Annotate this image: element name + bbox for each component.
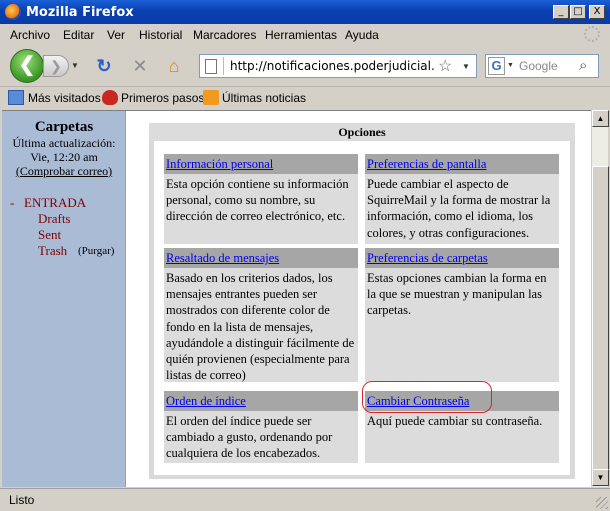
bookmark-star-icon[interactable]: ☆: [438, 56, 452, 76]
last-update-label: Última actualización:: [12, 136, 116, 150]
highlight-annotation: [362, 381, 492, 413]
minimize-button[interactable]: _: [553, 5, 569, 19]
display-prefs-desc: Puede cambiar el aspecto de SquirreMail …: [367, 177, 551, 240]
forward-arrow-icon[interactable]: ❯: [43, 55, 69, 77]
bookmarks-toolbar: Más visitados Primeros pasos Últimas not…: [0, 86, 610, 108]
folder-sent[interactable]: Sent: [38, 227, 61, 243]
folder-prefs-link[interactable]: Preferencias de carpetas: [367, 251, 488, 266]
option-cell-personal-info: Información personal Esta opción contien…: [164, 154, 358, 244]
option-cell-message-highlighting: Resaltado de mensajes Basado en los crit…: [164, 248, 358, 382]
sidebar-title: Carpetas: [34, 119, 94, 135]
status-bar: Listo: [0, 488, 610, 511]
index-order-desc: El orden del índice puede ser cambiado a…: [166, 414, 333, 461]
change-password-desc: Aquí puede cambiar su contraseña.: [367, 414, 543, 428]
search-engine-dropdown-icon[interactable]: ▼: [507, 62, 514, 69]
option-cell-header: Información personal: [164, 154, 358, 174]
maximize-button[interactable]: □: [570, 5, 586, 19]
folder-entrada[interactable]: ENTRADA: [24, 195, 86, 211]
options-header: Opciones: [149, 123, 575, 141]
back-arrow-icon[interactable]: ❮: [10, 49, 44, 83]
navigation-toolbar: ❮ ❯ ▼ ↻ ✕ ⌂ http://notificaciones.poderj…: [0, 45, 610, 85]
content-viewport: Carpetas Última actualización: Vie, 12:2…: [2, 110, 591, 487]
menu-ver[interactable]: Ver: [107, 28, 125, 42]
menu-ayuda[interactable]: Ayuda: [345, 28, 379, 42]
resize-grip-icon[interactable]: [596, 497, 608, 509]
option-cell-header: Orden de índice: [164, 391, 358, 411]
search-bar[interactable]: G ▼ Google ⌕: [485, 54, 599, 78]
title-bar: Mozilla Firefox _ □ X: [0, 0, 610, 24]
option-cell-folder-prefs: Preferencias de carpetas Estas opciones …: [365, 248, 559, 382]
check-mail-link[interactable]: (Comprobar correo): [2, 164, 126, 179]
rss-feed-icon: [203, 90, 219, 105]
personal-info-link[interactable]: Información personal: [166, 157, 273, 172]
last-update-value: Vie, 12:20 am: [30, 150, 98, 164]
url-dropdown-icon[interactable]: ▼: [462, 62, 470, 71]
url-separator: [223, 57, 224, 75]
url-text[interactable]: http://notificaciones.poderjudicial.gub.…: [230, 59, 435, 73]
firefox-bookmark-icon: [102, 90, 118, 105]
menu-historial[interactable]: Historial: [139, 28, 182, 42]
home-icon[interactable]: ⌂: [163, 55, 185, 77]
throbber-icon: [584, 26, 600, 42]
option-cell-header: Preferencias de pantalla: [365, 154, 559, 174]
option-cell-header: Preferencias de carpetas: [365, 248, 559, 268]
history-dropdown-icon[interactable]: ▼: [71, 61, 79, 70]
search-engine-icon[interactable]: G: [488, 57, 505, 75]
menu-editar[interactable]: Editar: [63, 28, 94, 42]
options-grid: Información personal Esta opción contien…: [154, 141, 570, 475]
menu-bar: Archivo Editar Ver Historial Marcadores …: [0, 24, 610, 45]
option-cell-index-order: Orden de índice El orden del índice pued…: [164, 391, 358, 463]
purge-link[interactable]: (Purgar): [78, 245, 114, 257]
scroll-thumb[interactable]: [592, 166, 609, 473]
close-button[interactable]: X: [589, 5, 605, 19]
scroll-up-icon[interactable]: ▲: [592, 110, 609, 127]
option-cell-header: Resaltado de mensajes: [164, 248, 358, 268]
index-order-link[interactable]: Orden de índice: [166, 394, 246, 409]
folders-sidebar: Carpetas Última actualización: Vie, 12:2…: [2, 111, 126, 487]
message-highlighting-desc: Basado en los criterios dados, los mensa…: [166, 271, 355, 383]
menu-archivo[interactable]: Archivo: [10, 28, 50, 42]
menu-herramientas[interactable]: Herramientas: [265, 28, 337, 42]
message-highlighting-link[interactable]: Resaltado de mensajes: [166, 251, 279, 266]
folder-drafts[interactable]: Drafts: [38, 211, 71, 227]
menu-marcadores[interactable]: Marcadores: [193, 28, 256, 42]
search-input[interactable]: Google: [519, 59, 558, 73]
stop-icon[interactable]: ✕: [129, 55, 151, 77]
window-title: Mozilla Firefox: [26, 5, 134, 20]
page-icon: [205, 59, 217, 74]
scroll-down-icon[interactable]: ▼: [592, 469, 609, 486]
url-bar[interactable]: http://notificaciones.poderjudicial.gub.…: [199, 54, 477, 78]
display-prefs-link[interactable]: Preferencias de pantalla: [367, 157, 486, 172]
bookmark-ultimas-noticias[interactable]: Últimas noticias: [222, 91, 306, 105]
bookmark-mas-visitados[interactable]: Más visitados: [28, 91, 101, 105]
option-cell-display-prefs: Preferencias de pantalla Puede cambiar e…: [365, 154, 559, 244]
magnifier-icon[interactable]: ⌕: [579, 57, 587, 74]
bookmarks-folder-icon: [8, 90, 24, 105]
folder-prefs-desc: Estas opciones cambian la forma en la qu…: [367, 271, 547, 318]
options-frame: Opciones Información personal Esta opció…: [149, 123, 575, 479]
vertical-scrollbar[interactable]: ▲ ▼: [591, 110, 609, 487]
firefox-logo-icon: [5, 4, 21, 20]
status-text: Listo: [9, 493, 35, 507]
personal-info-desc: Esta opción contiene su información pers…: [166, 177, 349, 224]
folder-trash[interactable]: Trash: [38, 243, 67, 259]
bookmark-primeros-pasos[interactable]: Primeros pasos: [121, 91, 204, 105]
options-page: Opciones Información personal Esta opció…: [127, 111, 591, 487]
collapse-toggle[interactable]: -: [10, 195, 14, 211]
reload-icon[interactable]: ↻: [93, 55, 115, 77]
